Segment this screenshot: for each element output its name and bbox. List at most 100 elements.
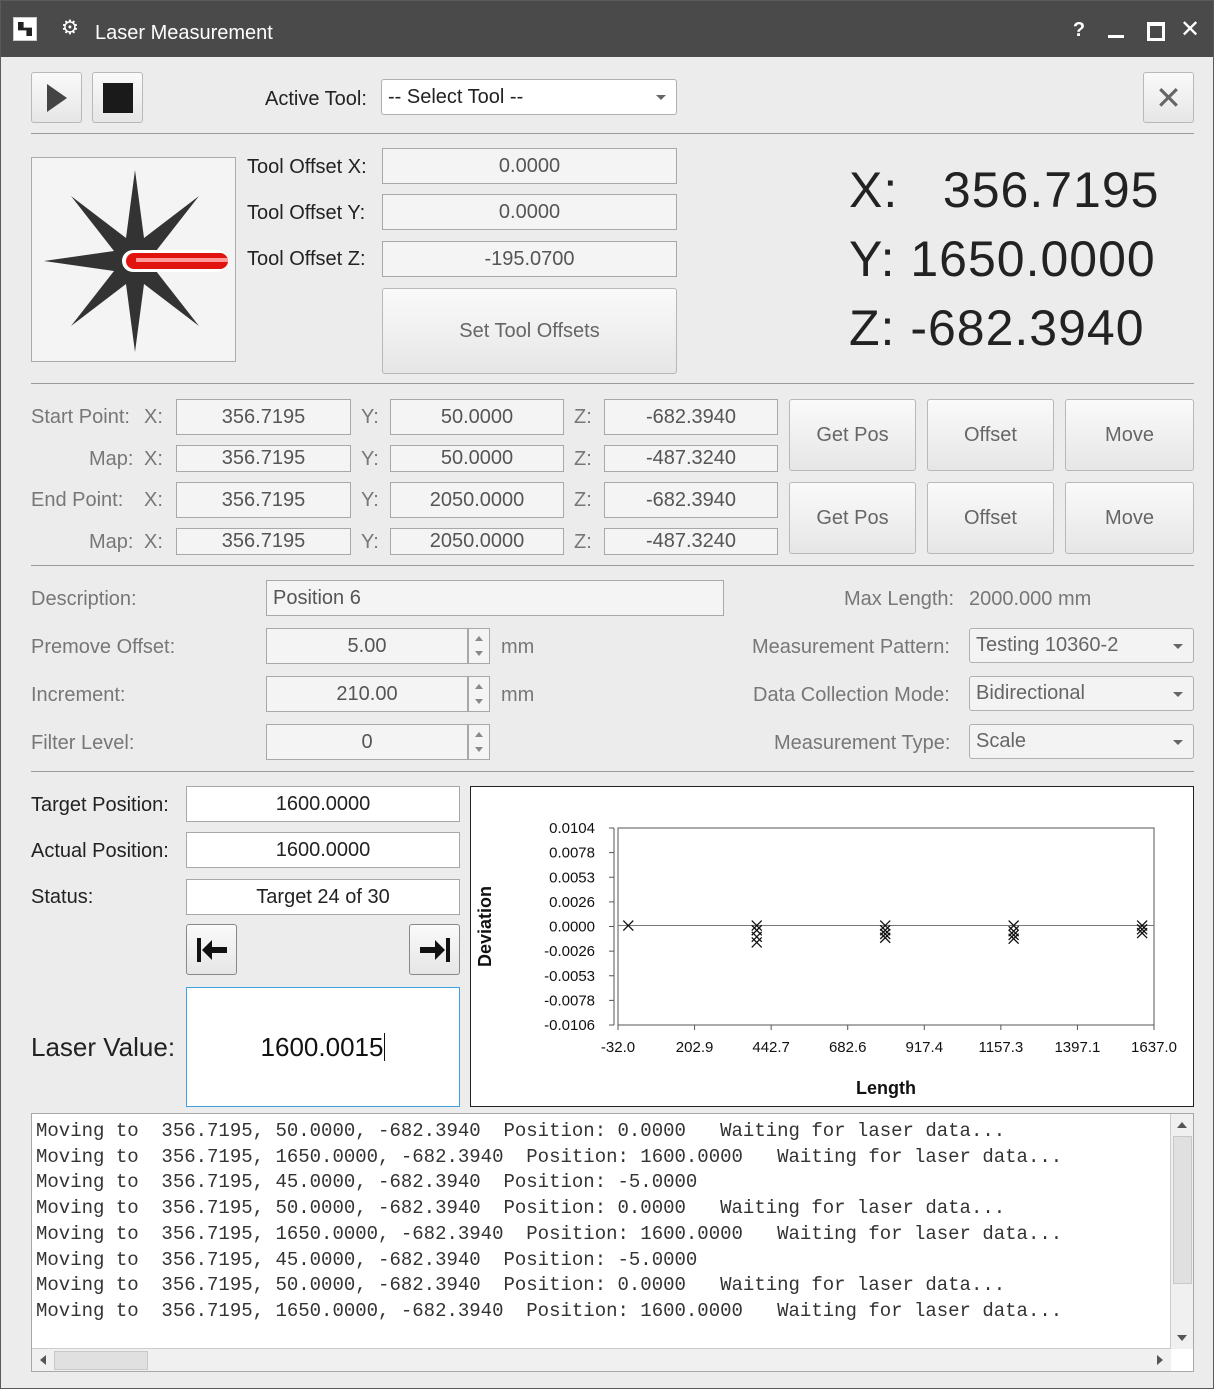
end-z-label: Z:	[574, 489, 592, 511]
active-tool-label: Active Tool:	[265, 88, 367, 110]
start-z-field[interactable]: -682.3940	[604, 399, 778, 435]
measurement-type-label: Measurement Type:	[774, 732, 951, 754]
scroll-left-icon[interactable]	[40, 1355, 46, 1365]
y-tick-label: -0.0026	[544, 943, 595, 960]
end-y-label: Y:	[361, 489, 379, 511]
arrow-right-to-bar-icon	[419, 937, 450, 962]
set-tool-offsets-button[interactable]: Set Tool Offsets	[382, 288, 677, 374]
x-tick-label: 682.6	[829, 1039, 867, 1056]
tool-offset-x-field[interactable]: 0.0000	[382, 148, 677, 184]
y-tick-label: 0.0078	[549, 845, 595, 862]
end-map-z-label: Z:	[574, 531, 592, 553]
start-map-y-label: Y:	[361, 448, 379, 470]
play-button[interactable]	[31, 72, 82, 123]
start-map-label: Map:	[89, 448, 134, 470]
end-y-field[interactable]: 2050.0000	[390, 482, 564, 518]
tool-preview-image	[31, 157, 236, 362]
arrow-left-to-bar-icon	[196, 937, 227, 962]
end-x-field[interactable]: 356.7195	[176, 482, 351, 518]
scroll-down-icon[interactable]	[1177, 1335, 1187, 1341]
max-length-value: 2000.000 mm	[969, 588, 1092, 610]
window-title: Laser Measurement	[95, 22, 273, 44]
start-move-button[interactable]: Move	[1065, 399, 1194, 471]
x-tick-label: 1397.1	[1054, 1039, 1100, 1056]
data-point	[751, 936, 763, 948]
chevron-down-icon	[1173, 691, 1183, 697]
end-x-label: X:	[144, 489, 163, 511]
y-tick-label: -0.0053	[544, 968, 595, 985]
end-z-field[interactable]: -682.3940	[604, 482, 778, 518]
laser-value-field[interactable]: 1600.0015	[186, 987, 460, 1107]
readout-z: Z: -682.3940	[849, 300, 1145, 356]
log-line: Moving to 356.7195, 45.0000, -682.3940 P…	[36, 1171, 698, 1194]
deviation-chart-svg: 0.0104 0.0078 0.0053 0.0026 0.0000 -0.0026 -0.…	[475, 820, 1177, 1098]
close-window-button[interactable]: ✕	[1179, 18, 1201, 42]
premove-offset-spinner[interactable]	[468, 628, 490, 664]
end-get-pos-button[interactable]: Get Pos	[789, 482, 916, 554]
data-point	[751, 931, 763, 943]
y-axis-label: Deviation	[475, 886, 495, 967]
data-collection-mode-label: Data Collection Mode:	[753, 684, 950, 706]
start-get-pos-button[interactable]: Get Pos	[789, 399, 916, 471]
increment-field[interactable]: 210.00	[266, 676, 468, 712]
filter-level-field[interactable]: 0	[266, 724, 468, 760]
measurement-pattern-select[interactable]: Testing 10360-2	[969, 628, 1194, 663]
play-icon	[46, 83, 67, 112]
log-line: Moving to 356.7195, 1650.0000, -682.3940…	[36, 1299, 1063, 1322]
max-length-label: Max Length:	[844, 588, 955, 610]
description-field[interactable]: Position 6	[266, 580, 724, 616]
readout-x: X: 356.7195	[849, 162, 1160, 218]
start-y-field[interactable]: 50.0000	[390, 399, 564, 435]
deviation-chart: 0.0104 0.0078 0.0053 0.0026 0.0000 -0.0026 -0.…	[470, 786, 1194, 1107]
increment-spinner[interactable]	[468, 676, 490, 712]
minimize-button[interactable]	[1105, 19, 1127, 41]
increment-unit: mm	[501, 684, 535, 706]
status-field: Target 24 of 30	[186, 879, 460, 915]
chevron-down-icon	[656, 95, 666, 100]
x-tick-label: 442.7	[752, 1039, 790, 1056]
laser-value-label: Laser Value:	[31, 1032, 176, 1062]
minimize-icon	[1108, 35, 1124, 38]
filter-level-spinner[interactable]	[468, 724, 490, 760]
scroll-up-icon[interactable]	[1177, 1122, 1187, 1128]
close-panel-button[interactable]: ✕	[1143, 72, 1194, 123]
filter-level-label: Filter Level:	[31, 732, 135, 754]
active-tool-select[interactable]: -- Select Tool --	[381, 79, 677, 115]
start-offset-button[interactable]: Offset	[927, 399, 1054, 471]
actual-position-field: 1600.0000	[186, 832, 460, 868]
end-move-button[interactable]: Move	[1065, 482, 1194, 554]
previous-target-button[interactable]	[186, 924, 237, 975]
maximize-button[interactable]	[1145, 19, 1167, 41]
premove-unit: mm	[501, 636, 535, 658]
measurement-type-select[interactable]: Scale	[969, 724, 1194, 759]
premove-offset-field[interactable]: 5.00	[266, 628, 468, 664]
data-collection-mode-select[interactable]: Bidirectional	[969, 676, 1194, 711]
start-map-y-field: 50.0000	[390, 445, 564, 472]
y-tick-label: -0.0078	[544, 992, 595, 1009]
horizontal-scrollbar[interactable]	[32, 1348, 1171, 1371]
chevron-down-icon	[1173, 739, 1183, 745]
help-button[interactable]: ?	[1068, 19, 1090, 41]
stop-button[interactable]	[92, 72, 143, 123]
next-target-button[interactable]	[409, 924, 460, 975]
end-offset-button[interactable]: Offset	[927, 482, 1054, 554]
scroll-right-icon[interactable]	[1157, 1355, 1163, 1365]
status-label: Status:	[31, 886, 94, 908]
log-line: Moving to 356.7195, 50.0000, -682.3940 P…	[36, 1120, 1006, 1142]
end-map-x-field: 356.7195	[176, 528, 351, 555]
tool-offset-z-field[interactable]: -195.0700	[382, 241, 677, 277]
x-tick-label: 202.9	[676, 1039, 714, 1056]
horizontal-scroll-thumb[interactable]	[54, 1351, 148, 1370]
vertical-scrollbar[interactable]	[1170, 1114, 1193, 1349]
vertical-scroll-thumb[interactable]	[1173, 1136, 1192, 1284]
active-tool-value: -- Select Tool --	[388, 85, 524, 108]
log-line: Moving to 356.7195, 45.0000, -682.3940 P…	[36, 1248, 698, 1271]
log-output[interactable]: Moving to 356.7195, 50.0000, -682.3940 P…	[31, 1113, 1194, 1372]
chevron-down-icon	[1173, 643, 1183, 649]
tool-offset-x-label: Tool Offset X:	[247, 156, 367, 178]
tool-offset-y-field[interactable]: 0.0000	[382, 194, 677, 230]
start-x-field[interactable]: 356.7195	[176, 399, 351, 435]
settings-gear-icon[interactable]: ⚙	[61, 18, 79, 38]
y-tick-label: -0.0106	[544, 1017, 595, 1034]
tool-offset-y-label: Tool Offset Y:	[247, 202, 366, 224]
